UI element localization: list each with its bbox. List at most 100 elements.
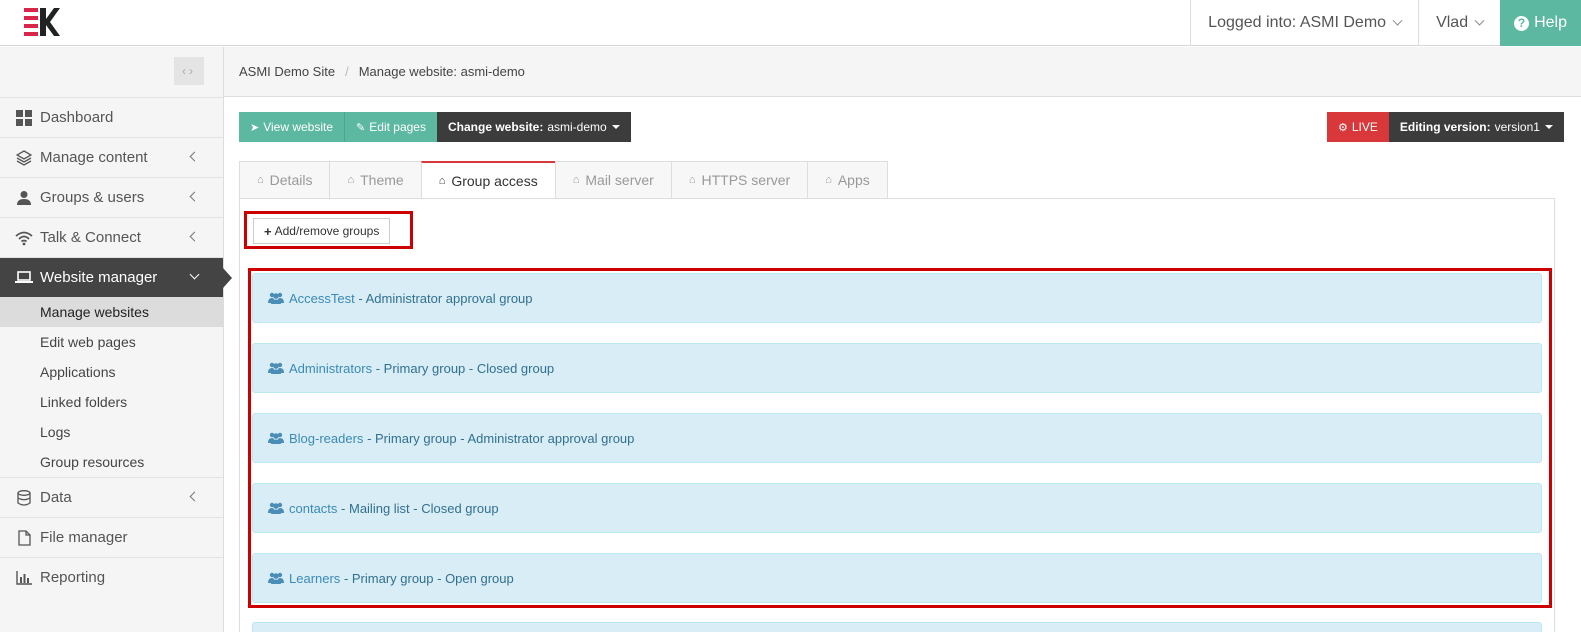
help-label: Help xyxy=(1534,14,1567,31)
arrow-circle-right-icon: ➤ xyxy=(250,121,260,134)
group-description: - Primary group - Open group xyxy=(343,570,514,586)
tab-https-server[interactable]: ⌂ HTTPS server xyxy=(670,161,808,199)
change-website-dropdown[interactable]: Change website: asmi-demo xyxy=(436,112,631,142)
home-icon: ⌂ xyxy=(438,175,446,187)
plus-icon: + xyxy=(264,223,272,239)
sidebar-subitem-edit-web-pages[interactable]: Edit web pages xyxy=(0,327,223,357)
sidebar-item-label: Reporting xyxy=(40,569,106,586)
tab-theme[interactable]: ⌂ Theme xyxy=(329,161,421,199)
tab-apps[interactable]: ⌂ Apps xyxy=(807,161,888,199)
sidebar: ‹› Dashboard Manage content Groups & use… xyxy=(0,47,232,632)
dashboard-grid-icon xyxy=(15,109,33,126)
sidebar-item-website-manager[interactable]: Website manager xyxy=(0,257,232,297)
sidebar-subitem-label: Applications xyxy=(40,364,116,380)
database-icon xyxy=(15,489,33,506)
live-button[interactable]: ⚙ LIVE xyxy=(1327,112,1389,142)
sidebar-item-label: Manage content xyxy=(40,149,148,166)
logged-into-dropdown[interactable]: Logged into: ASMI Demo xyxy=(1190,0,1418,46)
user-menu-dropdown[interactable]: Vlad xyxy=(1418,0,1500,46)
breadcrumb: ASMI Demo Site / Manage website: asmi-de… xyxy=(224,47,1581,97)
users-icon xyxy=(268,572,284,584)
users-icon xyxy=(268,362,284,374)
chevron-down-icon xyxy=(189,269,200,280)
sidebar-item-dashboard[interactable]: Dashboard xyxy=(0,97,223,137)
sidebar-item-groups-users[interactable]: Groups & users xyxy=(0,177,223,217)
group-item: contacts - Mailing list - Closed group xyxy=(252,483,1542,533)
sidebar-item-data[interactable]: Data xyxy=(0,477,223,517)
file-icon xyxy=(15,529,33,546)
breadcrumb-separator: / xyxy=(345,64,349,79)
breadcrumb-current: Manage website: asmi-demo xyxy=(358,64,525,79)
group-description: - Primary group - Administrator approval… xyxy=(367,430,635,446)
group-name-link[interactable]: Administrators xyxy=(289,361,372,376)
home-icon: ⌂ xyxy=(688,174,696,186)
sidebar-item-label: Data xyxy=(40,489,72,506)
version-actions-group: ⚙ LIVE Editing version: version1 xyxy=(1327,112,1564,142)
chevron-left-icon xyxy=(189,151,200,162)
user-name: Vlad xyxy=(1436,14,1469,31)
sidebar-item-label: File manager xyxy=(40,529,128,546)
home-icon: ⌂ xyxy=(347,174,355,186)
sidebar-subitem-manage-websites[interactable]: Manage websites xyxy=(0,297,223,327)
group-name-link[interactable]: Learners xyxy=(289,571,340,586)
top-bar: Logged into: ASMI Demo Vlad ? Help xyxy=(0,0,1581,46)
group-description: - Mailing list - Closed group xyxy=(341,500,499,516)
chevron-down-icon xyxy=(1392,15,1403,26)
view-website-label: View website xyxy=(263,120,334,134)
edit-icon: ✎ xyxy=(356,121,366,134)
sidebar-item-talk-connect[interactable]: Talk & Connect xyxy=(0,217,223,257)
tab-label: Mail server xyxy=(585,172,654,188)
sidebar-subitem-label: Linked folders xyxy=(40,394,128,410)
users-icon xyxy=(268,432,284,444)
user-icon xyxy=(15,190,33,206)
sidebar-item-manage-content[interactable]: Manage content xyxy=(0,137,223,177)
sidebar-subitem-label: Group resources xyxy=(40,454,145,470)
tab-group-access[interactable]: ⌂ Group access xyxy=(420,161,555,200)
sidebar-item-file-manager[interactable]: File manager xyxy=(0,517,223,557)
sidebar-item-label: Website manager xyxy=(40,269,158,286)
tab-label: Details xyxy=(269,172,313,188)
sidebar-item-reporting[interactable]: Reporting xyxy=(0,557,223,597)
editing-version-dropdown[interactable]: Editing version: version1 xyxy=(1388,112,1564,142)
highlight-box: + Add/remove groups xyxy=(244,211,413,249)
gear-icon: ⚙ xyxy=(1338,121,1348,134)
edit-pages-button[interactable]: ✎ Edit pages xyxy=(344,112,437,142)
sidebar-collapse-toggle[interactable]: ‹› xyxy=(174,57,204,85)
sidebar-subitem-applications[interactable]: Applications xyxy=(0,357,223,387)
add-remove-groups-button[interactable]: + Add/remove groups xyxy=(253,218,391,244)
chevron-down-icon xyxy=(1474,15,1485,26)
breadcrumb-root-link[interactable]: ASMI Demo Site xyxy=(239,64,335,79)
app-logo-icon[interactable] xyxy=(22,6,60,38)
website-tabs: ⌂ Details ⌂ Theme ⌂ Group access ⌂ Mail serv… xyxy=(239,161,888,200)
group-name-link[interactable]: contacts xyxy=(289,501,337,516)
group-item: Administrators - Primary group - Closed … xyxy=(252,343,1542,393)
group-name-link[interactable]: Blog-readers xyxy=(289,431,363,446)
view-website-button[interactable]: ➤ View website xyxy=(239,112,345,142)
wifi-icon xyxy=(15,230,33,246)
help-button[interactable]: ? Help xyxy=(1500,0,1581,46)
tab-details[interactable]: ⌂ Details xyxy=(239,161,330,199)
users-icon xyxy=(268,502,284,514)
sidebar-subitem-label: Manage websites xyxy=(40,304,149,320)
sidebar-subitem-linked-folders[interactable]: Linked folders xyxy=(0,387,223,417)
laptop-icon xyxy=(15,270,33,286)
editing-version-value: version1 xyxy=(1494,120,1540,134)
sidebar-subitem-logs[interactable]: Logs xyxy=(0,417,223,447)
change-website-value: asmi-demo xyxy=(547,120,607,134)
layers-icon xyxy=(15,149,33,166)
home-icon: ⌂ xyxy=(257,174,264,186)
users-icon xyxy=(268,292,284,304)
group-name-link[interactable]: AccessTest xyxy=(289,291,355,306)
group-item-partial xyxy=(252,622,1542,632)
sidebar-subitem-label: Logs xyxy=(40,424,71,440)
sidebar-subitem-group-resources[interactable]: Group resources xyxy=(0,447,223,477)
group-description: - Primary group - Closed group xyxy=(375,360,555,376)
group-description: - Administrator approval group xyxy=(358,290,533,306)
editing-version-label: Editing version: xyxy=(1399,120,1491,134)
caret-down-icon xyxy=(611,125,620,129)
tab-mail-server[interactable]: ⌂ Mail server xyxy=(554,161,671,199)
sidebar-subitem-label: Edit web pages xyxy=(40,334,136,350)
change-website-label: Change website: xyxy=(447,120,544,134)
chevron-left-icon xyxy=(189,231,200,242)
logged-into-label: Logged into: ASMI Demo xyxy=(1208,14,1387,31)
